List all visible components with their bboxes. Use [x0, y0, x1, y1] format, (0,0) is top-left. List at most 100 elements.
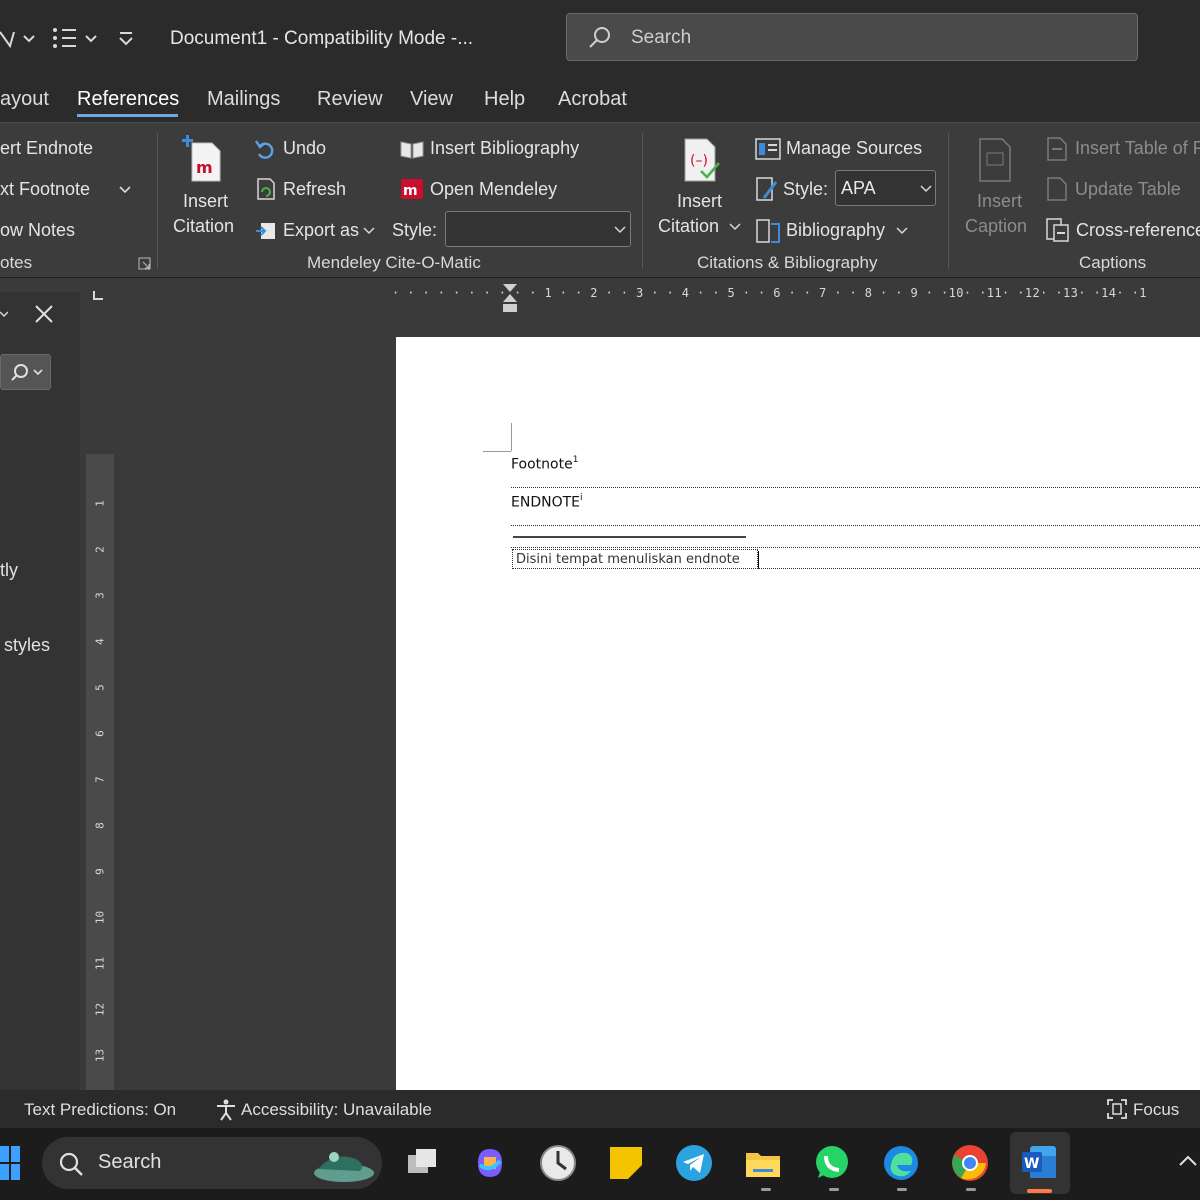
sticky-notes-icon[interactable]: [606, 1143, 646, 1183]
tab-acrobat[interactable]: Acrobat: [558, 88, 627, 111]
next-footnote-button[interactable]: xt Footnote: [0, 179, 90, 200]
chevron-down-icon[interactable]: [896, 227, 908, 235]
tab-layout[interactable]: ayout: [0, 88, 49, 111]
tab-review[interactable]: Review: [317, 88, 383, 111]
clock-app-icon[interactable]: [538, 1143, 578, 1183]
insert-caption-button[interactable]: Insert Caption: [960, 131, 1036, 241]
mendeley-insert-citation-button[interactable]: m Insert Citation: [170, 131, 242, 241]
chevron-down-icon[interactable]: [0, 310, 8, 320]
update-table-icon: [1047, 177, 1067, 201]
tab-selector-icon[interactable]: [92, 290, 104, 302]
text-predictions-status[interactable]: Text Predictions: On: [24, 1100, 176, 1120]
insert-table-of-figures-button[interactable]: Insert Table of F: [1075, 138, 1200, 159]
indent-marker-icon[interactable]: [500, 282, 520, 316]
tab-mailings[interactable]: Mailings: [207, 88, 280, 111]
mendeley-style-label: Style:: [392, 220, 438, 240]
focus-button[interactable]: Focus: [1133, 1100, 1179, 1120]
footnote-reference: 1: [572, 455, 579, 465]
show-notes-button[interactable]: ow Notes: [0, 220, 75, 241]
document-page[interactable]: Footnote1 ENDNOTEi Disini tempat menulis…: [396, 337, 1200, 1090]
endnote-reference: i: [580, 493, 583, 503]
export-as-button[interactable]: Export as: [283, 220, 359, 241]
vertical-ruler-number: 2: [93, 546, 107, 553]
citation-style-icon: [756, 177, 778, 201]
file-explorer-icon[interactable]: [743, 1143, 783, 1183]
endnote-text-box[interactable]: Disini tempat menuliskan endnote: [512, 549, 759, 569]
citation-style-dropdown[interactable]: APA: [835, 170, 936, 206]
vertical-ruler-number: 10: [93, 910, 107, 925]
task-view-icon[interactable]: [402, 1143, 442, 1183]
undo-button[interactable]: Undo: [283, 138, 326, 159]
ribbon: ert Endnote xt Footnote ow Notes otes m …: [0, 122, 1200, 278]
insert-caption-icon: [979, 138, 1011, 182]
section-break-line: [511, 525, 1200, 526]
endnote-separator: [513, 536, 746, 538]
search-input[interactable]: Search: [566, 13, 1138, 61]
windows-start-icon[interactable]: [0, 1146, 22, 1180]
word-insert-citation-button[interactable]: (–) Insert Citation: [655, 131, 745, 241]
tab-view[interactable]: View: [410, 88, 453, 111]
group-separator: [948, 133, 949, 269]
mendeley-group-label: Mendeley Cite-O-Matic: [307, 253, 481, 272]
open-mendeley-button[interactable]: Open Mendeley: [430, 179, 557, 200]
insert-bibliography-button[interactable]: Insert Bibliography: [430, 138, 579, 159]
insert-citation-line2: Citation: [658, 216, 720, 236]
update-table-button[interactable]: Update Table: [1075, 179, 1181, 200]
captions-group-label: Captions: [1079, 253, 1147, 272]
vertical-ruler-number: 5: [93, 684, 107, 691]
customize-toolbar-icon[interactable]: [118, 30, 134, 46]
section-break-line: [511, 487, 1200, 488]
mendeley-style-dropdown[interactable]: [445, 211, 631, 247]
whatsapp-icon[interactable]: [812, 1143, 852, 1183]
chevron-down-icon[interactable]: [363, 227, 375, 235]
chrome-icon[interactable]: [950, 1143, 990, 1183]
word-taskbar-button[interactable]: W: [1010, 1132, 1070, 1194]
vertical-ruler-number: 12: [93, 1002, 107, 1017]
chevron-up-icon[interactable]: [1178, 1154, 1198, 1168]
vertical-ruler-number: 4: [93, 638, 107, 645]
chevron-down-icon: [729, 223, 741, 231]
citation-style-label: Style:: [783, 179, 829, 199]
vertical-ruler-number: 9: [93, 868, 107, 875]
taskbar-search[interactable]: Search: [42, 1137, 382, 1189]
insert-citation-line1: Insert: [677, 191, 723, 211]
bibliography-icon: [756, 219, 780, 243]
format-painter-icon[interactable]: [0, 26, 40, 52]
telegram-icon[interactable]: [674, 1143, 714, 1183]
svg-text:m: m: [403, 183, 418, 199]
bibliography-button[interactable]: Bibliography: [786, 220, 885, 241]
cross-reference-button[interactable]: Cross-reference: [1076, 220, 1200, 241]
bullet-list-icon[interactable]: [50, 26, 100, 52]
ribbon-tabs: ayout References Mailings Review View He…: [0, 78, 1200, 122]
vertical-ruler-number: 6: [93, 730, 107, 737]
navigation-pane: tly styles: [0, 292, 80, 1090]
edge-icon[interactable]: [881, 1143, 921, 1183]
close-icon[interactable]: [34, 304, 54, 324]
insert-endnote-button[interactable]: ert Endnote: [0, 138, 93, 159]
accessibility-status[interactable]: Accessibility: Unavailable: [241, 1100, 432, 1120]
chevron-down-icon[interactable]: [118, 185, 132, 195]
search-icon: [589, 27, 610, 48]
nav-search-options[interactable]: [0, 354, 51, 390]
tab-help[interactable]: Help: [484, 88, 525, 111]
cross-reference-icon: [1046, 218, 1069, 242]
citation-style-value: APA: [841, 178, 876, 198]
vertical-ruler-number: 7: [93, 776, 107, 783]
refresh-button[interactable]: Refresh: [283, 179, 346, 200]
nav-pane-text: styles: [4, 635, 51, 655]
dialog-launcher-icon[interactable]: [138, 257, 152, 271]
insert-bibliography-icon: [400, 141, 424, 159]
manage-sources-button[interactable]: Manage Sources: [786, 138, 922, 159]
copilot-icon[interactable]: [470, 1143, 510, 1183]
footnote-paragraph[interactable]: Footnote1: [511, 455, 578, 473]
active-tab-indicator: [77, 114, 178, 117]
endnote-paragraph[interactable]: ENDNOTEi: [511, 493, 583, 511]
group-separator: [642, 133, 643, 269]
export-icon: [256, 223, 275, 239]
refresh-icon: [257, 178, 275, 200]
chevron-down-icon: [920, 185, 932, 193]
vertical-ruler-number: 1: [93, 500, 107, 507]
tab-references[interactable]: References: [77, 88, 179, 111]
insert-caption-line1: Insert: [977, 191, 1023, 211]
vertical-ruler[interactable]: 1 2 3 4 5 6 7 8 9 10 11 12 13: [86, 318, 114, 1090]
